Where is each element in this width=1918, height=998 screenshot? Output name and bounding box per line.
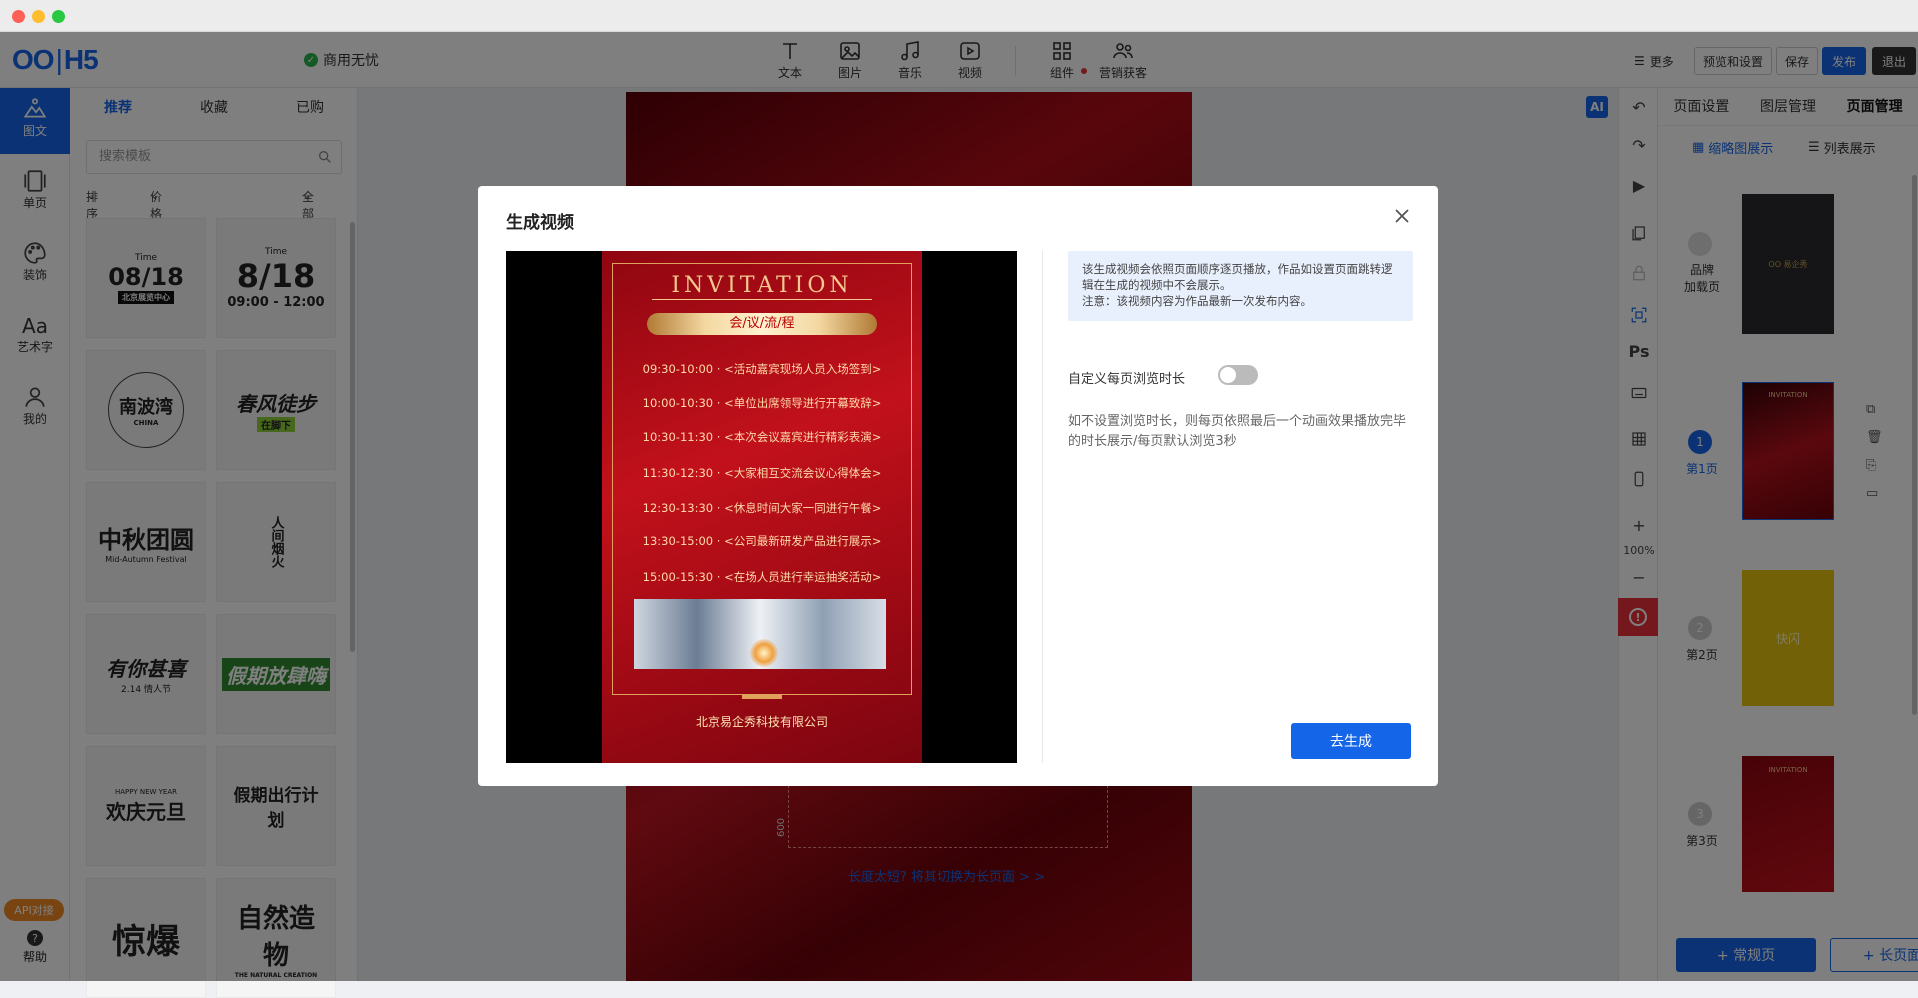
generate-button[interactable]: 去生成 [1291,723,1411,759]
maximize-window-button[interactable] [52,10,65,23]
company-name: 北京易企秀科技有限公司 [695,715,828,729]
schedule-row: 10:00-10:30 · <单位出席领导进行开幕致辞> [642,396,882,410]
dialog-title: 生成视频 [506,213,574,233]
close-window-button[interactable] [12,10,25,23]
schedule-row: 15:00-15:30 · <在场人员进行幸运抽奖活动> [642,570,882,584]
schedule-row: 09:30-10:00 · <活动嘉宾现场人员入场签到> [642,362,882,376]
invitation-title: INVITATION [671,273,853,298]
video-preview: INVITATION 会/议/流/程 09:30-10:00 · <活动嘉宾现场… [506,251,1017,763]
agenda-pill: 会/议/流/程 [647,313,877,335]
dialog-divider [1042,251,1043,763]
toggle-knob [1220,367,1236,383]
generate-video-dialog: 生成视频 INVITATION 会/议/流/程 09:30-10:00 · <活… [478,186,1438,786]
info-text: 该生成视频会依照页面顺序逐页播放，作品如设置页面跳转逻辑在生成的视频中不会展示。… [1082,262,1393,308]
window-titlebar [0,0,1918,32]
invitation-page: INVITATION 会/议/流/程 09:30-10:00 · <活动嘉宾现场… [602,251,922,763]
close-icon[interactable] [1392,206,1412,226]
schedule-row: 11:30-12:30 · <大家相互交流会议心得体会> [642,466,882,480]
schedule-row: 13:30-15:00 · <公司最新研发产品进行展示> [642,534,882,548]
schedule-row: 10:30-11:30 · <本次会议嘉宾进行精彩表演> [642,430,882,444]
info-notice: 该生成视频会依照页面顺序逐页播放，作品如设置页面跳转逻辑在生成的视频中不会展示。… [1068,251,1413,321]
duration-description: 如不设置浏览时长，则每页依照最后一个动画效果播放完毕的时长展示/每页默认浏览3秒 [1068,414,1407,449]
toggle-label: 自定义每页浏览时长 [1068,372,1186,387]
light-flare [750,639,778,667]
decor-bar [742,695,782,699]
schedule-row: 12:30-13:30 · <休息时间大家一同进行午餐> [642,501,882,515]
title-underline [652,299,872,300]
minimize-window-button[interactable] [32,10,45,23]
custom-duration-toggle[interactable] [1218,365,1258,385]
